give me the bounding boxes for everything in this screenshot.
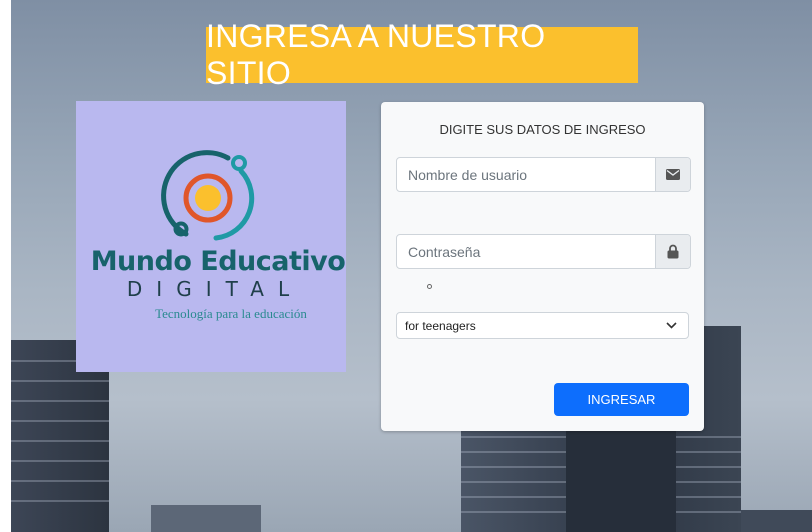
audience-select-value: for teenagers — [405, 318, 476, 333]
logo: Mundo Educativo DIGITAL Tecnología para … — [76, 101, 346, 372]
background-building — [151, 505, 261, 532]
page-title: INGRESA A NUESTRO SITIO — [206, 18, 638, 91]
audience-select[interactable]: for teenagers — [396, 312, 689, 339]
chevron-down-icon — [666, 322, 677, 329]
logo-name: Mundo Educativo — [90, 246, 346, 277]
background-building — [566, 420, 676, 532]
logo-tagline: Tecnología para la educación — [155, 306, 307, 321]
login-heading: DIGITE SUS DATOS DE INGRESO — [439, 122, 646, 137]
background-building — [741, 510, 812, 532]
login-card: DIGITE SUS DATOS DE INGRESO for teenager… — [381, 102, 704, 431]
login-button[interactable]: INGRESAR — [554, 383, 689, 416]
username-group — [396, 157, 691, 192]
lock-icon — [655, 235, 690, 268]
bullet-dot — [427, 284, 432, 289]
logo-subname: DIGITAL — [126, 277, 304, 301]
envelope-icon — [655, 158, 690, 191]
orbit-logo-icon — [161, 150, 255, 241]
password-group — [396, 234, 691, 269]
username-input[interactable] — [397, 158, 655, 191]
password-input[interactable] — [397, 235, 655, 268]
